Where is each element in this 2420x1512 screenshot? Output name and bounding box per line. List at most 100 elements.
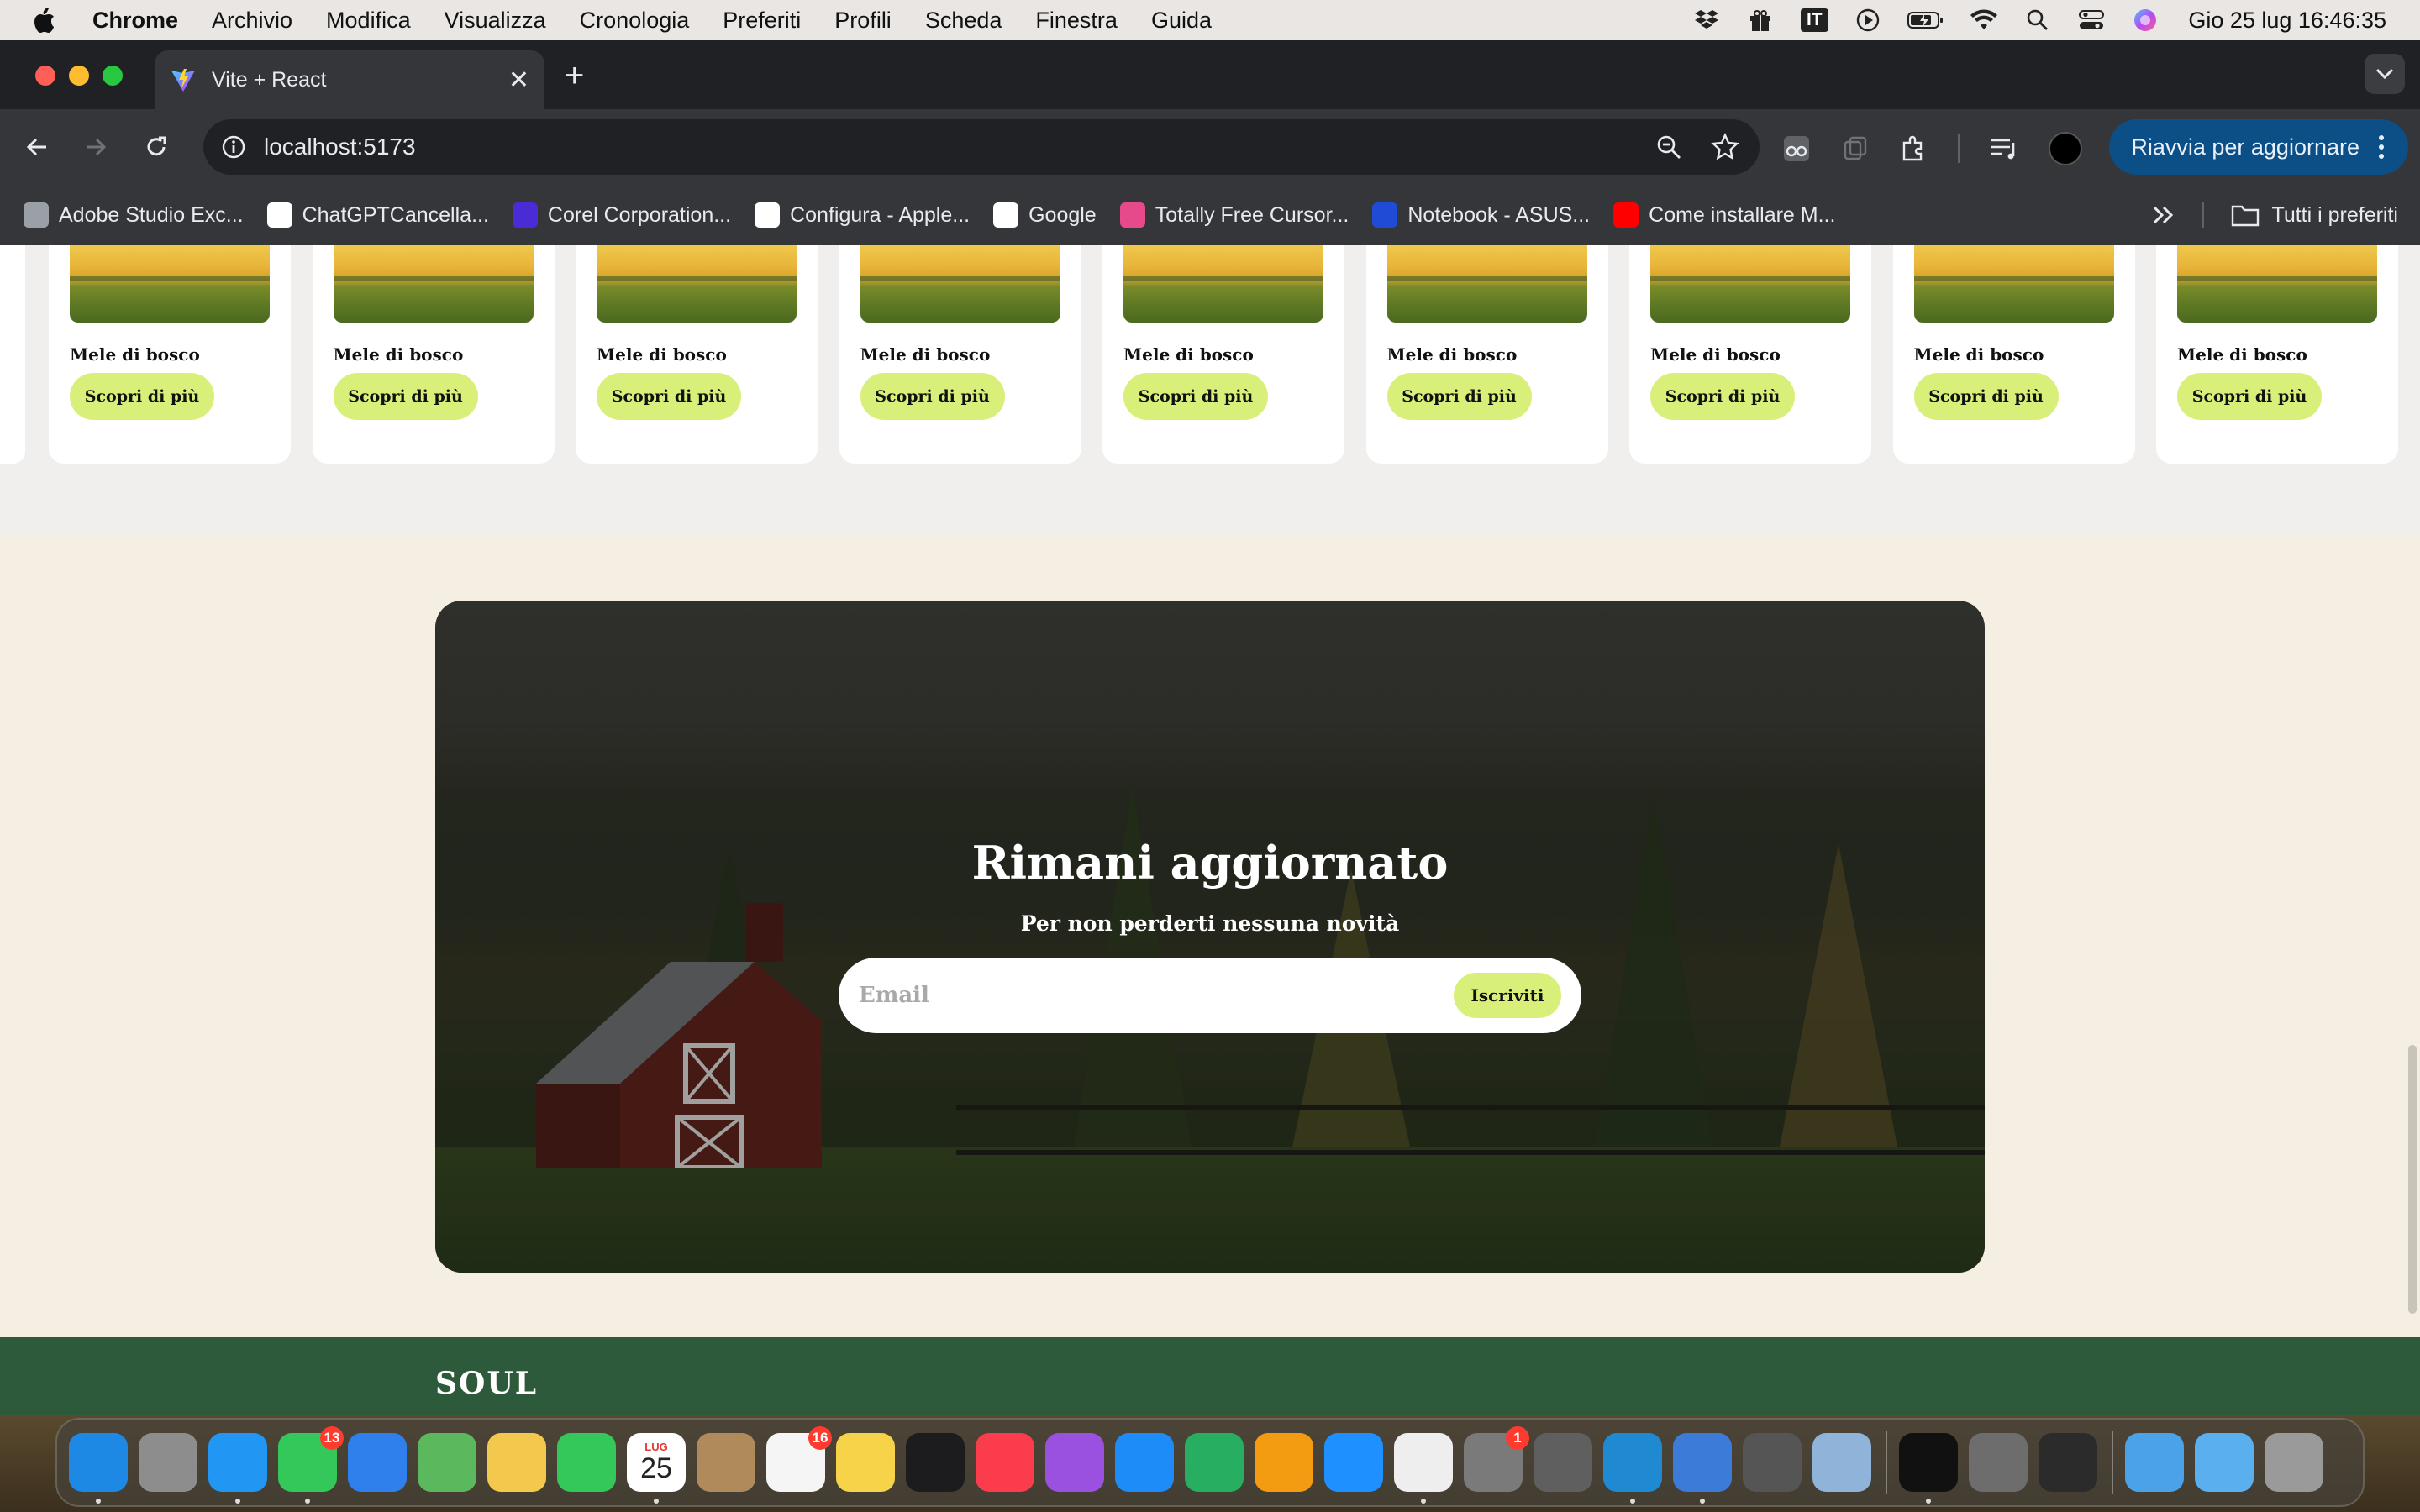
bookmark-item[interactable]: ChatGPTCancella... (266, 202, 489, 228)
terminal-icon[interactable] (1899, 1433, 1958, 1504)
menu-app-name[interactable]: Chrome (92, 8, 178, 34)
new-tab-button[interactable]: + (565, 59, 584, 92)
bookmark-item[interactable]: Google (993, 202, 1097, 228)
discover-more-button[interactable]: Scopri di più (597, 373, 741, 420)
music-icon[interactable] (976, 1433, 1034, 1492)
product-image[interactable] (1386, 245, 1587, 323)
bookmark-star-icon[interactable] (1711, 133, 1739, 161)
preview-icon[interactable] (1812, 1433, 1871, 1492)
tab-search-button[interactable] (2365, 54, 2405, 94)
discover-more-button[interactable]: Scopri di più (1386, 373, 1532, 420)
zoom-window-button[interactable] (103, 66, 123, 86)
bookmark-item[interactable]: Notebook - ASUS... (1372, 202, 1590, 228)
product-image[interactable] (597, 245, 797, 323)
spotlight-search-icon[interactable] (2023, 0, 2052, 40)
bookmark-item[interactable]: Totally Free Cursor... (1119, 202, 1349, 228)
mail-icon[interactable] (348, 1433, 407, 1492)
profile-avatar[interactable] (2049, 132, 2082, 165)
product-image[interactable] (2177, 245, 2377, 323)
tv-icon[interactable] (906, 1433, 965, 1492)
battery-icon[interactable] (1907, 0, 1944, 40)
play-icon[interactable] (1854, 0, 1882, 40)
menu-cronologia[interactable]: Cronologia (580, 8, 690, 34)
product-image[interactable] (333, 245, 534, 323)
discover-more-button[interactable]: Scopri di più (1123, 373, 1268, 420)
site-info-icon[interactable] (217, 130, 250, 164)
bookmark-item[interactable]: Configura - Apple... (755, 202, 970, 228)
back-button[interactable] (22, 132, 52, 162)
restart-to-update-button[interactable]: Riavvia per aggiornare (2109, 119, 2408, 175)
pages-icon[interactable] (1255, 1433, 1313, 1492)
product-image[interactable] (1123, 245, 1323, 323)
maps-icon[interactable] (418, 1433, 476, 1492)
all-bookmarks-button[interactable]: Tutti i preferiti (2231, 203, 2398, 228)
menu-finestra[interactable]: Finestra (1035, 8, 1118, 34)
system-settings-icon[interactable]: 1 (1464, 1426, 1529, 1492)
voice-memos-icon[interactable] (2039, 1433, 2097, 1492)
reload-button[interactable] (141, 132, 171, 162)
safari-icon[interactable] (208, 1433, 267, 1504)
menu-modifica[interactable]: Modifica (326, 8, 411, 34)
menu-guida[interactable]: Guida (1151, 8, 1212, 34)
keynote-icon[interactable] (1115, 1433, 1174, 1492)
url-text[interactable]: localhost:5173 (264, 134, 416, 160)
photos-icon[interactable] (487, 1433, 546, 1492)
discover-more-button[interactable]: Scopri di più (333, 373, 478, 420)
address-bar[interactable]: localhost:5173 (203, 119, 1760, 175)
extensions-puzzle-icon[interactable] (1899, 134, 1928, 163)
applications-folder-icon[interactable] (2195, 1433, 2254, 1492)
bookmark-item[interactable]: Corel Corporation... (512, 202, 731, 228)
tab-close-icon[interactable]: ✕ (508, 66, 529, 95)
messages-icon[interactable]: 13 (278, 1426, 344, 1504)
contacts-icon[interactable] (697, 1433, 755, 1492)
calendar-icon[interactable]: LUG 25 (627, 1433, 686, 1504)
forward-button[interactable] (81, 132, 111, 162)
numbers-icon[interactable] (1185, 1433, 1244, 1492)
apple-menu-icon[interactable] (32, 7, 66, 34)
vscode-icon[interactable] (1603, 1433, 1662, 1504)
chrome-icon[interactable] (1394, 1433, 1453, 1504)
copy-extension-icon[interactable] (1842, 135, 1869, 162)
product-image[interactable] (860, 245, 1060, 323)
notes-icon[interactable] (836, 1433, 895, 1492)
page-scrollbar[interactable] (2408, 1045, 2417, 1314)
siri-icon[interactable] (2131, 0, 2160, 40)
incognito-extension-icon[interactable] (1781, 134, 1812, 164)
close-window-button[interactable] (35, 66, 55, 86)
gift-icon[interactable] (1746, 0, 1775, 40)
menu-profili[interactable]: Profili (834, 8, 892, 34)
menu-clock[interactable]: Gio 25 lug 16:46:35 (2188, 8, 2386, 34)
help-icon[interactable] (1743, 1433, 1802, 1492)
reminders-icon[interactable]: 16 (766, 1426, 832, 1492)
discover-more-button[interactable]: Scopri di più (1913, 373, 2059, 420)
product-image[interactable] (70, 245, 270, 323)
discover-more-button[interactable]: Scopri di più (70, 373, 214, 420)
tab-active[interactable]: Vite + React ✕ (155, 50, 544, 109)
dropbox-icon[interactable] (1692, 0, 1721, 40)
screenshot-icon[interactable] (1534, 1433, 1592, 1492)
wifi-icon[interactable] (1970, 0, 1998, 40)
discover-more-button[interactable]: Scopri di più (860, 373, 1005, 420)
finder-icon[interactable] (69, 1433, 128, 1504)
discover-more-button[interactable]: Scopri di più (2177, 373, 2322, 420)
bookmark-item[interactable]: Adobe Studio Exc... (24, 202, 244, 228)
zoom-icon[interactable] (1655, 134, 1682, 160)
chevron-double-right-icon[interactable] (2152, 205, 2175, 225)
menu-archivio[interactable]: Archivio (212, 8, 292, 34)
footer-logo[interactable]: SOUL (435, 1368, 538, 1399)
facetime-icon[interactable] (557, 1433, 616, 1492)
app-store-icon[interactable] (1324, 1433, 1383, 1492)
product-image[interactable] (1913, 245, 2114, 323)
lw-icon[interactable] (1673, 1433, 1732, 1504)
menu-scheda[interactable]: Scheda (925, 8, 1002, 34)
trash-icon[interactable] (2265, 1433, 2323, 1492)
control-center-icon[interactable] (2077, 0, 2106, 40)
input-source-indicator[interactable]: IT (1800, 0, 1828, 40)
product-image[interactable] (1650, 245, 1850, 323)
downloads-folder-icon[interactable] (2125, 1433, 2184, 1492)
subscribe-button[interactable]: Iscriviti (1454, 973, 1561, 1018)
menu-preferiti[interactable]: Preferiti (723, 8, 801, 34)
launchpad-icon[interactable] (139, 1433, 197, 1492)
bookmark-item[interactable]: Come installare M... (1613, 202, 1835, 228)
media-control-icon[interactable] (1990, 136, 2018, 161)
